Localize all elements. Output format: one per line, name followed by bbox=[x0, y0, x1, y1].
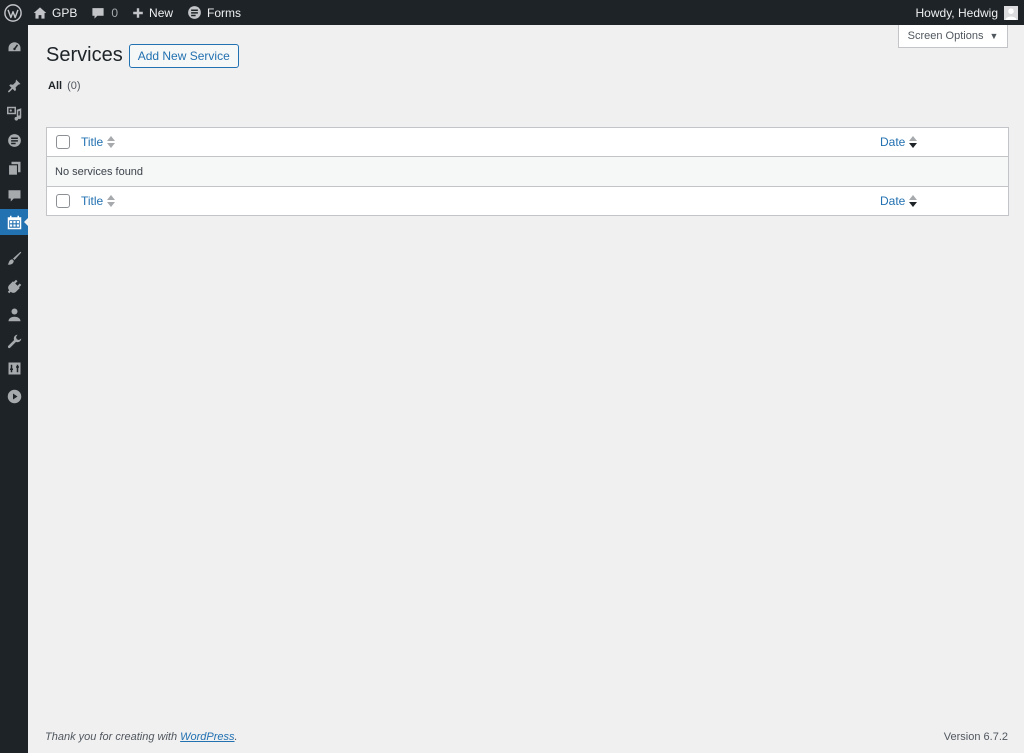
users-icon bbox=[8, 308, 20, 321]
sort-icon bbox=[107, 195, 116, 207]
new-label: New bbox=[149, 5, 174, 20]
filter-all-link[interactable]: All bbox=[48, 80, 62, 92]
home-icon bbox=[33, 6, 47, 19]
menu-tools[interactable] bbox=[0, 330, 28, 352]
screen-options-label: Screen Options bbox=[907, 30, 984, 42]
date-column-label: Date bbox=[880, 194, 906, 208]
date-column-sort[interactable]: Date bbox=[880, 135, 918, 149]
table-header-row: Title Date bbox=[47, 128, 1008, 157]
current-menu-arrow bbox=[24, 217, 29, 227]
site-name-button[interactable]: GPB bbox=[26, 0, 84, 25]
menu-services[interactable] bbox=[0, 209, 29, 235]
menu-users[interactable] bbox=[0, 303, 28, 325]
tools-wrench-icon bbox=[7, 334, 21, 348]
comments-button[interactable]: 0 bbox=[84, 0, 125, 25]
avatar-icon bbox=[1005, 7, 1017, 20]
forms-icon bbox=[188, 6, 201, 19]
select-all-checkbox[interactable] bbox=[56, 135, 70, 149]
plugins-icon bbox=[7, 279, 21, 293]
page-title: Services bbox=[46, 44, 123, 66]
services-table: Title Date No services found Title Date bbox=[46, 127, 1009, 216]
site-name-label: GPB bbox=[52, 5, 78, 20]
appearance-brush-icon bbox=[7, 251, 21, 265]
title-column-sort[interactable]: Title bbox=[81, 135, 116, 149]
forms-button[interactable]: Forms bbox=[180, 0, 248, 25]
settings-icon bbox=[8, 362, 20, 374]
footer-thanks: Thank you for creating with WordPress. bbox=[45, 731, 238, 743]
sort-icon bbox=[107, 136, 116, 148]
wordpress-logo-button[interactable] bbox=[0, 0, 26, 25]
screen-options-button[interactable]: Screen Options ▼ bbox=[898, 25, 1008, 48]
howdy-label: Howdy, Hedwig bbox=[915, 5, 998, 20]
menu-plugins[interactable] bbox=[0, 275, 28, 297]
status-filter: All (0) bbox=[48, 80, 81, 92]
footer-version: Version 6.7.2 bbox=[943, 731, 1008, 743]
footer-thanks-prefix: Thank you for creating with bbox=[45, 731, 181, 743]
comments-icon bbox=[8, 189, 20, 201]
menu-comments[interactable] bbox=[0, 184, 28, 206]
comments-count: 0 bbox=[111, 5, 119, 20]
pages-icon bbox=[7, 161, 20, 176]
sort-desc-icon bbox=[909, 136, 918, 148]
admin-bar: GPB 0 New Forms Howdy, Hedwig bbox=[0, 0, 1024, 25]
wordpress-link[interactable]: WordPress bbox=[180, 731, 234, 743]
dashboard-icon bbox=[8, 41, 20, 51]
caret-down-icon: ▼ bbox=[989, 31, 999, 41]
plus-icon bbox=[133, 7, 143, 18]
sort-desc-icon bbox=[909, 195, 918, 207]
title-column-label: Title bbox=[81, 135, 104, 149]
no-items-row: No services found bbox=[47, 157, 1008, 186]
menu-posts[interactable] bbox=[0, 74, 28, 96]
video-play-icon bbox=[7, 389, 21, 403]
filter-all-count: (0) bbox=[67, 80, 81, 92]
forms-label: Forms bbox=[207, 5, 242, 20]
menu-video[interactable] bbox=[0, 385, 28, 407]
title-column-label: Title bbox=[81, 194, 104, 208]
media-icon bbox=[6, 106, 21, 121]
title-row: Services Add New Service bbox=[46, 42, 239, 69]
calendar-icon bbox=[7, 215, 21, 229]
posts-pin-icon bbox=[7, 79, 20, 92]
menu-pages[interactable] bbox=[0, 157, 28, 179]
empty-message: No services found bbox=[55, 165, 144, 178]
menu-dashboard[interactable] bbox=[0, 36, 28, 58]
my-account-button[interactable]: Howdy, Hedwig bbox=[909, 0, 1024, 25]
new-content-button[interactable]: New bbox=[125, 0, 180, 25]
select-all-checkbox-footer[interactable] bbox=[56, 194, 70, 208]
admin-sidebar bbox=[0, 25, 29, 753]
avatar bbox=[1004, 5, 1018, 20]
menu-media[interactable] bbox=[0, 102, 28, 124]
menu-appearance[interactable] bbox=[0, 247, 28, 269]
date-column-label: Date bbox=[880, 135, 906, 149]
title-column-sort-footer[interactable]: Title bbox=[81, 194, 116, 208]
menu-settings[interactable] bbox=[0, 357, 28, 379]
date-column-sort-footer[interactable]: Date bbox=[880, 194, 918, 208]
menu-forms[interactable] bbox=[0, 129, 28, 151]
comment-icon bbox=[92, 7, 104, 19]
footer-thanks-suffix: . bbox=[234, 731, 238, 743]
table-footer-row: Title Date bbox=[47, 186, 1008, 215]
add-new-service-button[interactable]: Add New Service bbox=[128, 43, 239, 68]
forms-icon bbox=[7, 133, 21, 147]
wordpress-logo-icon bbox=[4, 3, 22, 22]
